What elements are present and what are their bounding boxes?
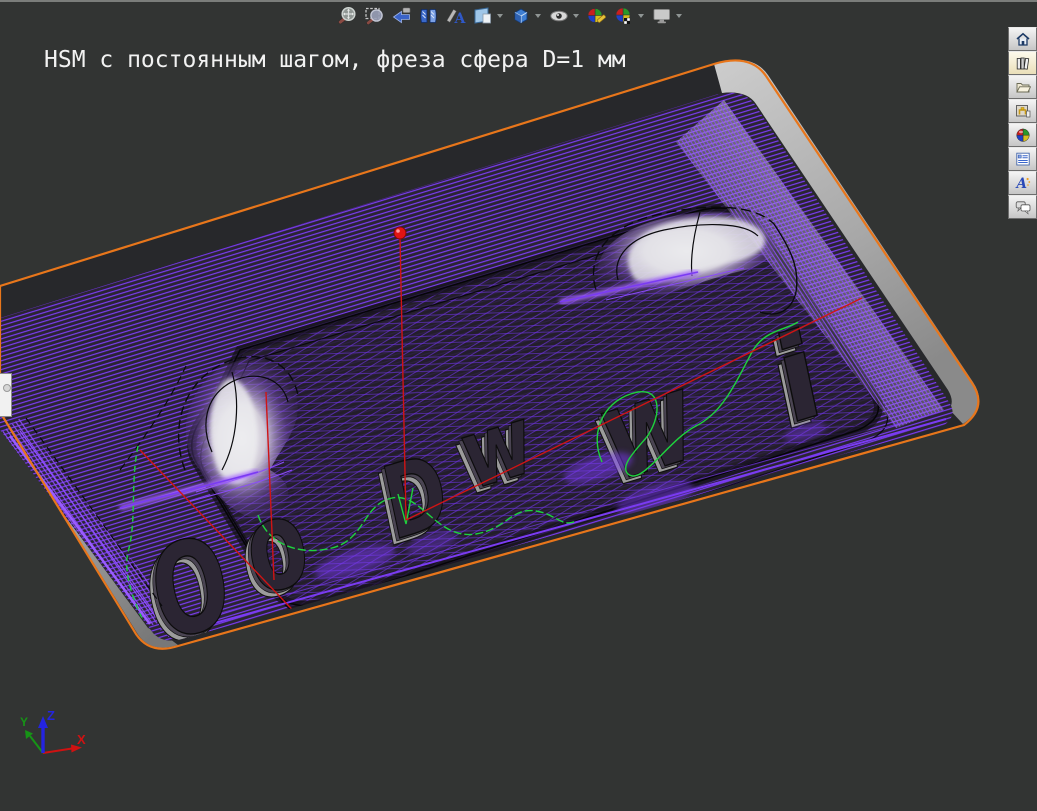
view-3d-box-icon[interactable] [509, 4, 533, 28]
render-quality-dropdown[interactable] [638, 14, 644, 18]
color-sphere-icon [1015, 128, 1030, 142]
axis-z-label: Z [47, 708, 55, 723]
axis-x-label: X [77, 732, 86, 747]
home-icon [1015, 32, 1030, 46]
sidebar-text-button[interactable]: A [1008, 171, 1037, 195]
view-toolbar: A [334, 3, 686, 29]
top-divider [0, 0, 1037, 2]
3d-viewport[interactable]: O o D w w i O o D w w i O o D w w i [0, 0, 1037, 811]
render-edit-sphere-icon[interactable] [585, 4, 609, 28]
properties-form-icon [1015, 152, 1030, 166]
sidebar-properties-button[interactable] [1008, 147, 1037, 171]
sidebar-library-button[interactable] [1008, 51, 1037, 75]
operation-title: HSM с постоянным шагом, фреза сфера D=1 … [44, 47, 626, 73]
axis-y-label: Y [20, 715, 28, 729]
visibility-dropdown[interactable] [573, 14, 579, 18]
visibility-eye-icon[interactable] [547, 4, 571, 28]
sidebar-home-button[interactable] [1008, 27, 1037, 51]
svg-text:A: A [453, 11, 466, 27]
view-plane-dropdown[interactable] [497, 14, 503, 18]
display-monitor-icon[interactable] [650, 4, 674, 28]
annotations-text-icon[interactable]: A [444, 4, 468, 28]
sidebar-machine-button[interactable] [1008, 99, 1037, 123]
machined-part: O o D w w i O o D w w i O o D w w i [0, 59, 980, 650]
sidebar-color-sphere-button[interactable] [1008, 123, 1037, 147]
svg-text:A: A [1015, 176, 1027, 191]
zoom-extents-icon[interactable] [336, 4, 360, 28]
application-window: O o D w w i O o D w w i O o D w w i A A … [0, 0, 1037, 811]
view-3d-box-dropdown[interactable] [535, 14, 541, 18]
tool-marker [393, 226, 407, 240]
previous-view-icon[interactable] [390, 4, 414, 28]
letter-a-icon: A [1015, 176, 1030, 191]
view-plane-icon[interactable] [471, 4, 495, 28]
display-monitor-dropdown[interactable] [676, 14, 682, 18]
sidebar-comments-button[interactable] [1008, 195, 1037, 219]
panel-grip[interactable] [0, 373, 12, 417]
open-folder-icon [1015, 83, 1031, 93]
books-icon [1016, 57, 1029, 70]
chat-bubbles-icon [1015, 201, 1030, 215]
panel-grip-knob [2, 384, 11, 392]
split-view-icon[interactable] [417, 4, 441, 28]
right-sidebar: A [1008, 27, 1037, 219]
sidebar-open-folder-button[interactable] [1008, 75, 1037, 99]
render-quality-sphere-icon[interactable] [612, 4, 636, 28]
machine-icon [1015, 105, 1030, 118]
axis-triad: X Y Z [20, 708, 86, 754]
zoom-window-icon[interactable] [363, 4, 387, 28]
